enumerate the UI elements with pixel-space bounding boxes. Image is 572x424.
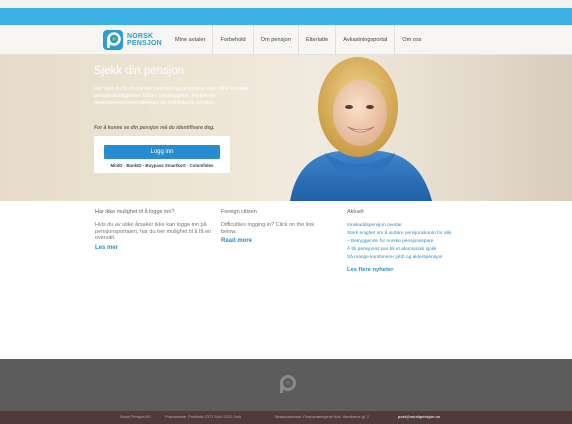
- login-methods: MinID · BankID · Buypass Smartkort · Com…: [110, 163, 214, 168]
- hero-identify-note: For å kunne se din pensjon må du identif…: [94, 125, 215, 131]
- no-login-column: Har ikke mulighet til å logge inn? Hvis …: [95, 209, 215, 251]
- no-login-heading: Har ikke mulighet til å logge inn?: [95, 209, 175, 215]
- no-login-text: Hvis du av ulike årsaker ikke kan logge …: [95, 222, 212, 242]
- logo-text-line2: PENSJON: [127, 40, 162, 47]
- nav-forbehold[interactable]: Forbehold: [212, 25, 252, 55]
- foreign-citizen-column: Foreign citizen Difficulties logging in?…: [221, 209, 331, 244]
- logo-text-line1: NORSK: [127, 33, 154, 40]
- nav-avkastningsportal[interactable]: Avkastningsportal: [335, 25, 394, 55]
- foreign-citizen-heading: Foreign citizen: [221, 209, 257, 215]
- site-logo[interactable]: NORSK PENSJON: [103, 29, 162, 51]
- news-item[interactable]: Innskuddspensjon overtar: [347, 222, 477, 230]
- foreign-citizen-read-more-link[interactable]: Read more: [221, 238, 331, 244]
- page: NORSK PENSJON Mine avtaler Forbehold Om …: [0, 0, 572, 424]
- news-item[interactable]: Å bli pensjonist kan bli et økonomisk sj…: [347, 246, 477, 254]
- no-login-read-more-link[interactable]: Les mer: [95, 245, 215, 251]
- news-item[interactable]: – Betryggende for norske pensjonsspare: [347, 238, 477, 246]
- news-item[interactable]: Sterk enighet om å innføre pensjonskonto…: [347, 230, 477, 238]
- site-header: NORSK PENSJON Mine avtaler Forbehold Om …: [0, 25, 572, 55]
- nav-om-pensjon[interactable]: Om pensjon: [252, 25, 298, 55]
- site-footer: [0, 359, 572, 411]
- news-heading: Aktuelt: [347, 209, 364, 215]
- nav-om-oss[interactable]: Om oss: [394, 25, 428, 55]
- login-box: Logg inn MinID · BankID · Buypass Smartk…: [94, 136, 230, 173]
- info-section: Har ikke mulighet til å logge inn? Hvis …: [0, 201, 572, 359]
- nav-etterlatte[interactable]: Etterlatte: [297, 25, 335, 55]
- hero-title: Sjekk din pensjon: [94, 65, 185, 77]
- news-item[interactable]: Så mange kombinerer jobb og alderspensjo…: [347, 254, 477, 262]
- login-button[interactable]: Logg inn: [104, 145, 220, 159]
- main-nav: Mine avtaler Forbehold Om pensjon Etterl…: [168, 25, 429, 55]
- foreign-citizen-text: Difficulties logging in? Click on the li…: [221, 222, 315, 235]
- footer-logo-icon: [276, 373, 298, 395]
- footer-email-link[interactable]: post@norskpensjon.no: [398, 411, 440, 424]
- nav-mine-avtaler[interactable]: Mine avtaler: [168, 25, 212, 55]
- top-strip: [0, 0, 572, 8]
- footer-company: Norsk Pensjon AS: [120, 415, 151, 419]
- footer-postal-address: Postadresse: Postboks 2371 Solli, 0201 O…: [165, 415, 241, 419]
- top-blue-bar: [0, 8, 572, 25]
- logo-text: NORSK PENSJON: [127, 33, 162, 47]
- footer-bottom-bar: Norsk Pensjon AS Postadresse: Postboks 2…: [0, 411, 572, 424]
- more-news-link[interactable]: Les flere nyheter: [347, 267, 477, 273]
- hero-photo: [270, 55, 450, 201]
- footer-visit-address: Besøksadresse: Finansnæringens Hus, Hans…: [275, 415, 370, 419]
- hero-banner: Sjekk din pensjon Her kan du få en samle…: [0, 55, 572, 201]
- norsk-pensjon-logo-icon: [103, 30, 123, 50]
- news-column: Aktuelt Innskuddspensjon overtar Sterk e…: [347, 209, 477, 273]
- hero-description: Her kan du få en samlet oversikt og prog…: [94, 86, 249, 106]
